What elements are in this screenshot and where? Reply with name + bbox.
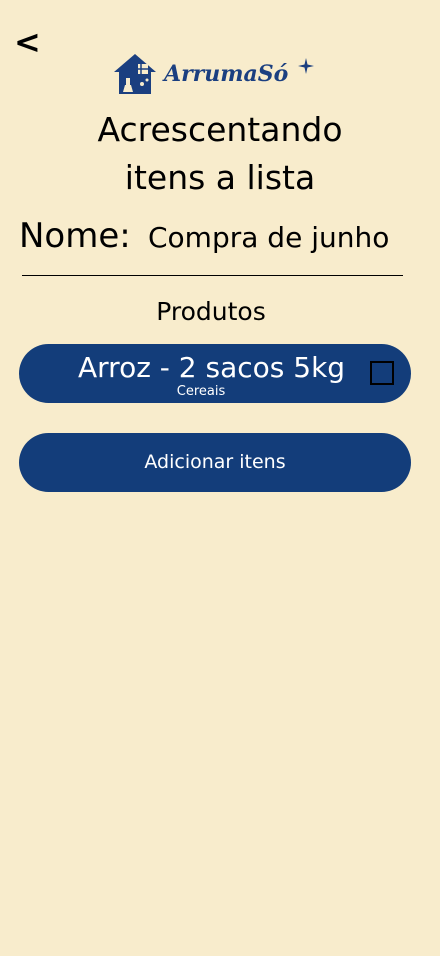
product-category: Cereais xyxy=(176,384,226,399)
add-items-button[interactable]: Adicionar itens xyxy=(19,433,411,492)
back-button[interactable]: < xyxy=(14,22,41,62)
list-name-label: Nome: xyxy=(19,216,131,256)
list-name-value: Compra de junho xyxy=(148,221,390,254)
logo-text: ArrumaSó xyxy=(164,61,289,87)
list-name-row: Nome: Compra de junho xyxy=(19,214,419,260)
product-name: Arroz - 2 sacos 5kg xyxy=(78,351,346,384)
product-list-item[interactable]: Arroz - 2 sacos 5kg Cereais xyxy=(19,344,411,403)
product-checkbox[interactable] xyxy=(370,361,394,385)
house-logo-icon xyxy=(114,54,156,94)
page-title: Acrescentando itens a lista xyxy=(0,106,440,202)
page-title-line-1: Acrescentando xyxy=(97,110,343,149)
page-title-line-2: itens a lista xyxy=(124,158,316,197)
app-logo: ArrumaSó xyxy=(112,52,322,98)
products-heading: Produtos xyxy=(156,297,266,326)
divider xyxy=(22,275,403,276)
sparkle-icon xyxy=(298,58,314,74)
